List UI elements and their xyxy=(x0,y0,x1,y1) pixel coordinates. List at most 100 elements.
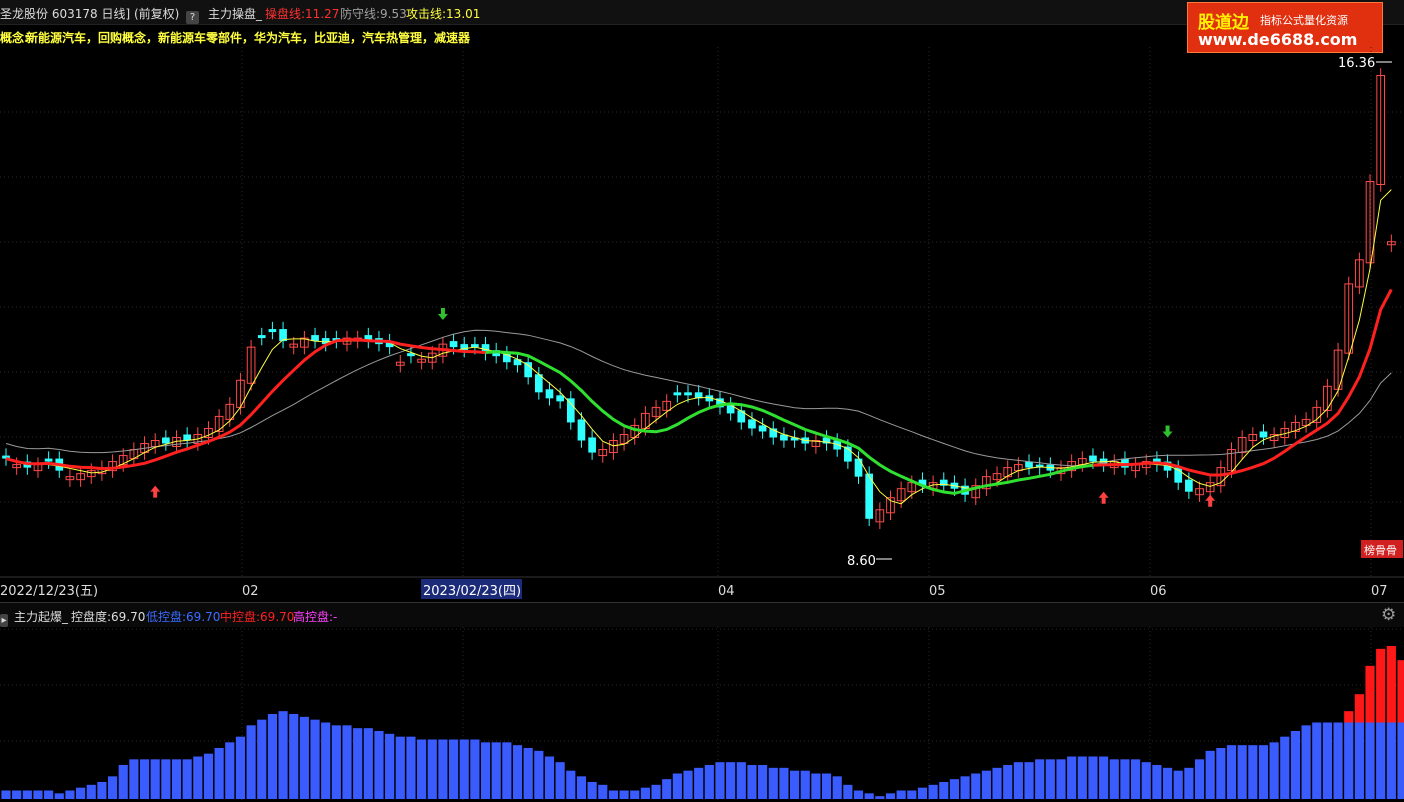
adjust-mode[interactable]: (前复权) xyxy=(134,5,179,22)
sub-bar-low xyxy=(811,773,821,799)
candle-down xyxy=(513,359,522,366)
sub-bar-low xyxy=(1322,722,1332,799)
sub-indicator-name[interactable]: 主力起爆_ xyxy=(14,608,68,625)
x-label-6: 07 xyxy=(1371,584,1388,599)
candle-down xyxy=(566,398,575,423)
sub-bar-low xyxy=(576,776,587,799)
indicator-name[interactable]: 主力操盘_ xyxy=(208,5,262,22)
sub-bar-low xyxy=(1344,722,1354,799)
sub-bar-low xyxy=(129,759,139,799)
sub-bar-low xyxy=(662,779,672,799)
sub-bar-low xyxy=(1109,759,1119,799)
sub-bar-low xyxy=(768,767,778,799)
sub-bar-low xyxy=(843,784,853,799)
sub-bar-low xyxy=(875,796,885,799)
sub-bar-low xyxy=(1312,722,1322,799)
sub-bar-low xyxy=(480,742,491,799)
candle-down xyxy=(44,458,53,462)
sub-bar-low xyxy=(1088,756,1098,799)
sub-bar-low xyxy=(1365,722,1375,799)
sub-bar-low xyxy=(587,782,597,799)
candle-down xyxy=(556,395,564,402)
price-chart[interactable]: 16.36 8.60 榜骨骨 2022/12/23(五) 02 2023/02/… xyxy=(0,47,1404,602)
x-label-3: 04 xyxy=(718,584,735,599)
sub-bar-low xyxy=(33,790,43,799)
sub-bar-low xyxy=(139,759,150,799)
sub-bar-mid xyxy=(1386,646,1396,723)
sub-bar-low xyxy=(395,736,405,799)
sub-bar-low xyxy=(193,756,203,799)
sub-bar-low xyxy=(257,719,267,799)
sub-bar-low xyxy=(544,756,555,799)
sub-bar-low xyxy=(1,790,11,799)
sub-bar-low xyxy=(726,762,736,799)
sub-bar-low xyxy=(1386,722,1396,799)
sell-arrow-icon xyxy=(437,308,448,321)
high-price-label: 16.36 xyxy=(1338,56,1375,71)
low-control-value: 低控盘:69.70 xyxy=(146,610,221,624)
candle-down xyxy=(737,410,746,423)
sub-bar-low xyxy=(853,790,864,799)
sub-bar-low xyxy=(267,714,277,799)
sub-bar-low xyxy=(683,770,693,799)
sub-bar-low xyxy=(651,784,661,799)
sub-bar-low xyxy=(470,739,480,799)
sub-bar-low xyxy=(1152,765,1162,799)
sub-bar-low xyxy=(1067,756,1077,799)
sub-bar-low xyxy=(1077,756,1087,799)
candle-down xyxy=(1259,431,1268,438)
candle-down xyxy=(684,392,692,396)
stock-title[interactable]: 圣龙股份 603178 日线] xyxy=(0,5,130,22)
sub-bar-low xyxy=(417,739,427,799)
candle-down xyxy=(854,458,863,477)
sub-bar-mid xyxy=(1397,660,1404,723)
logo-slogan: 指标公式量化资源 xyxy=(1260,14,1348,27)
sub-bar-low xyxy=(385,733,395,799)
sub-bar-low xyxy=(118,765,128,799)
sub-bar-low xyxy=(86,784,96,799)
sub-bar-low xyxy=(353,728,363,799)
candle-down xyxy=(748,419,756,429)
sub-bar-low xyxy=(1013,762,1023,799)
sub-bar-low xyxy=(1099,756,1109,799)
sub-chart[interactable] xyxy=(0,627,1404,802)
candle-down xyxy=(1025,461,1033,468)
sub-bar-mid xyxy=(1365,665,1375,723)
candle-down xyxy=(183,434,191,441)
candle-down xyxy=(1185,479,1193,492)
sub-bar-low xyxy=(960,776,970,799)
sub-bar-low xyxy=(800,770,810,799)
sub-bar-low xyxy=(278,711,288,799)
sub-bar-low xyxy=(566,770,576,799)
sub-bar-low xyxy=(1354,722,1364,799)
line1-value: 操盘线:11.27 xyxy=(265,7,340,21)
sub-bar-low xyxy=(534,750,544,799)
brand-logo: 股道边 指标公式量化资源 www.de6688.com xyxy=(1187,2,1383,53)
sub-bar-mid xyxy=(1376,648,1386,723)
sub-bar-low xyxy=(1120,759,1130,799)
sub-bar-low xyxy=(1194,759,1205,799)
sub-bar-low xyxy=(12,790,22,799)
concept-text[interactable]: 新能源汽车，回购概念，新能源车零部件，华为汽车，比亚迪，汽车热管理，减速器 xyxy=(26,29,470,46)
sub-bar-low xyxy=(715,762,725,799)
sub-bar-low xyxy=(672,773,682,799)
sub-bar-low xyxy=(97,782,107,799)
x-label-4: 05 xyxy=(929,584,946,599)
sub-bar-low xyxy=(949,779,960,799)
gear-icon[interactable]: ⚙ xyxy=(1381,605,1396,625)
control-value: 控盘度:69.70 xyxy=(71,610,146,624)
sub-bar-low xyxy=(374,731,384,799)
sub-bar-low xyxy=(1045,759,1055,799)
sub-bar-low xyxy=(427,739,437,799)
sub-bar-low xyxy=(76,787,86,799)
sub-bar-mid xyxy=(1354,694,1364,723)
candle-down xyxy=(588,437,596,453)
sub-bar-low xyxy=(747,765,757,799)
sub-bar-low xyxy=(459,739,469,799)
sub-bar-low xyxy=(1131,759,1141,799)
candle-down xyxy=(545,389,554,399)
sub-bar-low xyxy=(1301,725,1311,799)
sub-bar-low xyxy=(555,762,565,799)
sub-bar-low xyxy=(150,759,160,799)
sub-bar-low xyxy=(1216,748,1226,799)
